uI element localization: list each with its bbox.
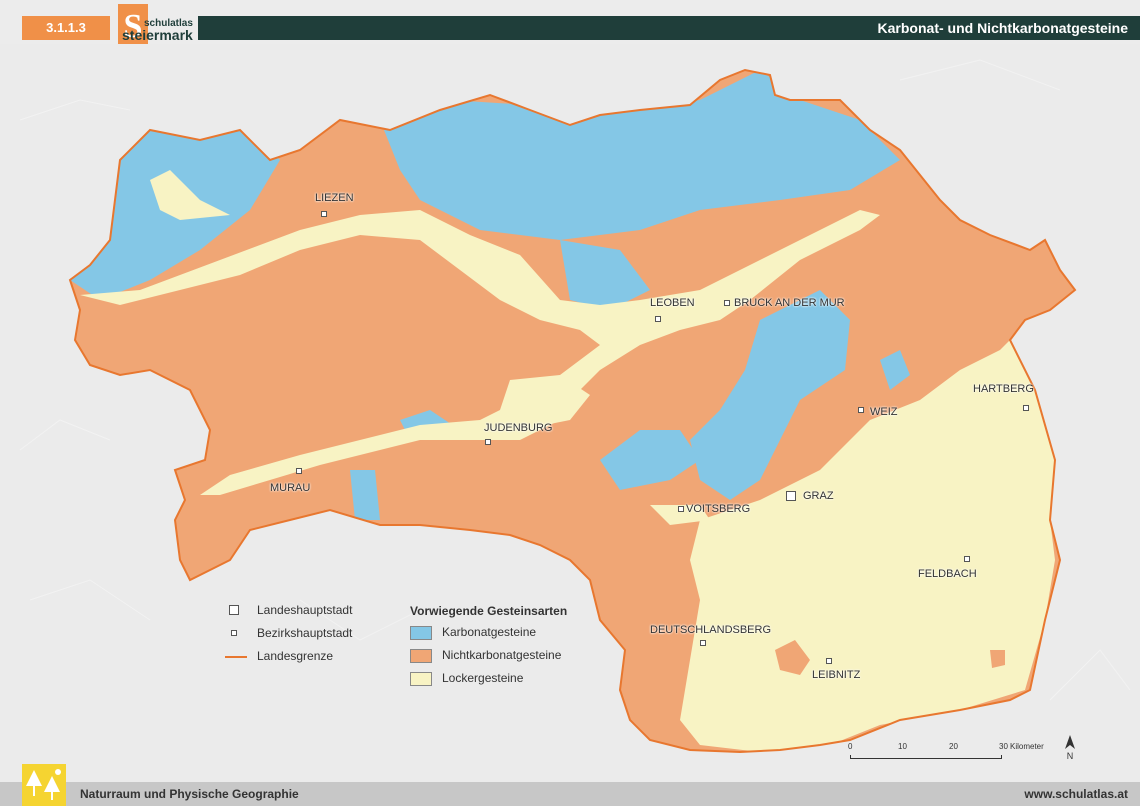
steiermark-map <box>0 44 1140 782</box>
svg-text:steiermark: steiermark <box>122 27 193 43</box>
city-marker-feldbach <box>964 556 970 562</box>
nichtkarbonat-swatch <box>410 649 432 663</box>
city-label-graz: GRAZ <box>803 490 834 502</box>
header: 3.1.1.3 S schulatlas steiermark Karbonat… <box>0 0 1140 44</box>
scale-line <box>850 755 1002 759</box>
city-label-judenburg: JUDENBURG <box>484 422 553 434</box>
city-marker-weiz <box>858 407 864 413</box>
city-label-leoben: LEOBEN <box>650 297 695 309</box>
schulatlas-logo: S schulatlas steiermark <box>118 4 193 44</box>
city-label-weiz: WEIZ <box>870 406 898 418</box>
trees-icon <box>22 764 66 806</box>
city-label-feldbach: FELDBACH <box>918 568 977 580</box>
chapter-code: 3.1.1.3 <box>22 16 110 40</box>
city-marker-voitsberg <box>678 506 684 512</box>
city-label-bruck: BRUCK AN DER MUR <box>734 297 845 309</box>
karbonat-area <box>350 470 380 520</box>
nichtkarbonat-area <box>990 650 1005 668</box>
legend-title: Vorwiegende Gesteinsarten <box>410 604 568 618</box>
city-marker-liezen <box>321 211 327 217</box>
scale-bar: 0 10 20 30 Kilometer <box>848 742 1058 766</box>
legend-gesteinsarten: Vorwiegende Gesteinsarten Karbonatgestei… <box>410 604 567 693</box>
bezirkshauptstadt-icon <box>231 630 237 636</box>
footer-website-link[interactable]: www.schulatlas.at <box>1024 782 1128 806</box>
footer-section-title: Naturraum und Physische Geographie <box>80 787 299 801</box>
map-area: LIEZEN LEOBEN BRUCK AN DER MUR HARTBERG … <box>0 44 1140 782</box>
city-label-liezen: LIEZEN <box>315 192 354 204</box>
city-label-hartberg: HARTBERG <box>973 383 1034 395</box>
north-arrow-icon: N <box>1063 735 1077 761</box>
city-label-leibnitz: LEIBNITZ <box>812 669 861 681</box>
city-marker-judenburg <box>485 439 491 445</box>
city-label-voitsberg: VOITSBERG <box>686 503 751 515</box>
city-marker-deutschlandsberg <box>700 640 706 646</box>
city-marker-murau <box>296 468 302 474</box>
landeshauptstadt-icon <box>229 605 239 615</box>
city-marker-graz <box>786 491 796 501</box>
footer: Naturraum und Physische Geographie www.s… <box>0 764 1140 806</box>
landesgrenze-line-icon <box>225 656 247 658</box>
page-title: Karbonat- und Nichtkarbonatgesteine <box>198 16 1140 40</box>
karbonat-swatch <box>410 626 432 640</box>
legend-nichtkarbonat: Nichtkarbonatgesteine <box>410 647 567 670</box>
city-marker-hartberg <box>1023 405 1029 411</box>
city-label-murau: MURAU <box>270 482 311 494</box>
city-marker-leoben <box>655 316 661 322</box>
city-marker-leibnitz <box>826 658 832 664</box>
city-marker-bruck <box>724 300 730 306</box>
legend-locker: Lockergesteine <box>410 670 567 693</box>
legend-karbonat: Karbonatgesteine <box>410 624 567 647</box>
locker-swatch <box>410 672 432 686</box>
city-label-deutschlandsberg: DEUTSCHLANDSBERG <box>650 624 772 636</box>
